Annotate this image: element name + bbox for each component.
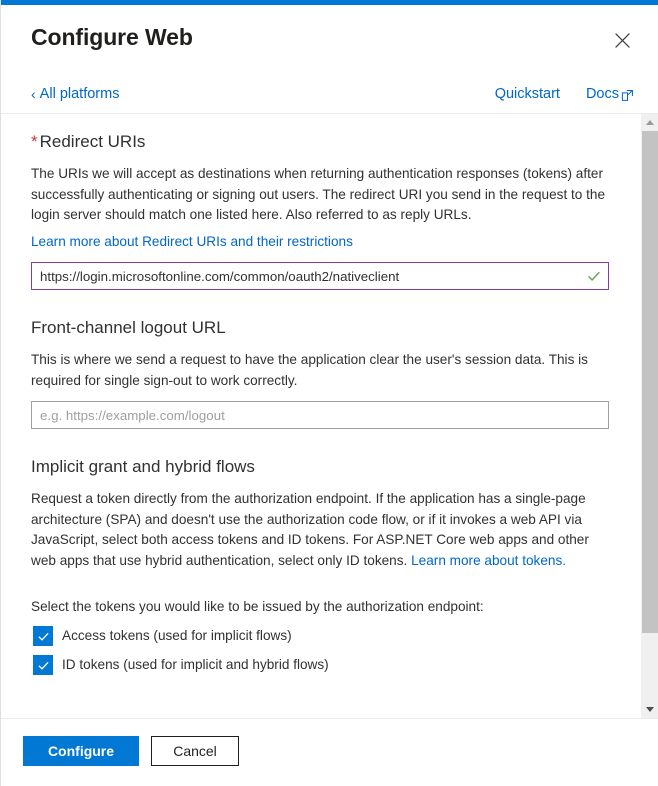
chevron-down-icon: [646, 707, 654, 712]
chevron-up-icon: [646, 120, 654, 125]
access-tokens-label: Access tokens (used for implicit flows): [62, 628, 292, 643]
checkbox-row-id-tokens[interactable]: ID tokens (used for implicit and hybrid …: [33, 655, 611, 675]
front-channel-field: [31, 401, 609, 429]
panel-nav-row: ‹ All platforms Quickstart Docs: [31, 86, 634, 113]
back-link-label: All platforms: [39, 86, 120, 102]
quickstart-label: Quickstart: [494, 86, 560, 102]
scroll-down-button[interactable]: [642, 701, 658, 718]
page-title: Configure Web: [31, 24, 193, 50]
scrollbar-track[interactable]: [642, 131, 658, 701]
configure-button[interactable]: Configure: [23, 736, 139, 766]
panel-footer: Configure Cancel: [1, 718, 658, 786]
redirect-uri-field: [31, 262, 609, 290]
select-tokens-label: Select the tokens you would like to be i…: [31, 599, 484, 614]
implicit-grant-heading: Implicit grant and hybrid flows: [31, 457, 255, 476]
scrollbar-thumb[interactable]: [642, 131, 658, 633]
access-tokens-checkbox[interactable]: [33, 626, 53, 646]
redirect-uris-title: Redirect URIs: [39, 132, 146, 151]
front-channel-heading: Front-channel logout URL: [31, 318, 226, 337]
cancel-button[interactable]: Cancel: [151, 736, 239, 766]
close-glyph: [614, 32, 630, 48]
back-to-all-platforms-link[interactable]: ‹ All platforms: [31, 86, 119, 102]
checkbox-row-access-tokens[interactable]: Access tokens (used for implicit flows): [33, 626, 611, 646]
required-star: *: [31, 132, 38, 151]
redirect-uris-learn-more-wrap: Learn more about Redirect URIs and their…: [31, 232, 609, 253]
top-accent-bar: [1, 0, 658, 5]
quickstart-link[interactable]: Quickstart: [495, 86, 560, 102]
docs-link[interactable]: Docs: [586, 86, 634, 102]
redirect-uri-input[interactable]: [31, 262, 609, 290]
header-title-row: Configure Web: [31, 22, 634, 56]
redirect-uris-heading: * Redirect URIs: [31, 130, 611, 154]
id-tokens-checkbox[interactable]: [33, 655, 53, 675]
nav-right-group: Quickstart Docs: [495, 86, 634, 102]
scrollable-content: * Redirect URIs The URIs we will accept a…: [1, 114, 641, 718]
redirect-uris-learn-more-link[interactable]: Learn more about Redirect URIs and their…: [31, 234, 353, 249]
external-link-icon: [621, 89, 633, 101]
scroll-up-button[interactable]: [642, 114, 658, 131]
front-channel-description: This is where we send a request to have …: [31, 352, 588, 388]
panel-header: Configure Web ‹ All platforms Quickstart…: [1, 0, 658, 113]
chevron-left-icon: ‹: [31, 86, 36, 102]
checkmark-icon: [37, 632, 49, 641]
docs-label: Docs: [585, 86, 619, 102]
front-channel-logout-input[interactable]: [31, 401, 609, 429]
checkmark-icon: [37, 661, 49, 670]
panel-body: * Redirect URIs The URIs we will accept a…: [1, 114, 658, 718]
configure-web-panel: Configure Web ‹ All platforms Quickstart…: [0, 0, 658, 786]
redirect-uris-description: The URIs we will accept as destinations …: [31, 166, 606, 222]
implicit-grant-description-wrap: Request a token directly from the author…: [31, 489, 609, 571]
content-scrollbar[interactable]: [641, 114, 658, 718]
close-icon[interactable]: [606, 24, 638, 56]
tokens-learn-more-link[interactable]: Learn more about tokens.: [411, 553, 566, 568]
id-tokens-label: ID tokens (used for implicit and hybrid …: [62, 657, 329, 672]
